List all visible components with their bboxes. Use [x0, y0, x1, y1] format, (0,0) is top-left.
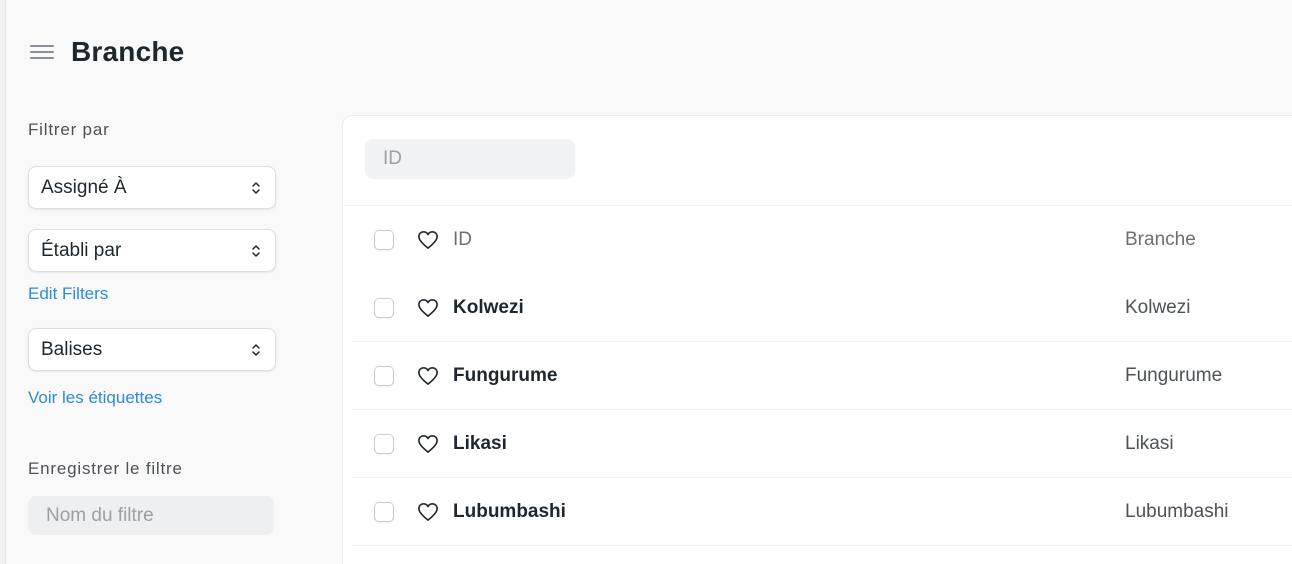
left-edge	[0, 0, 6, 564]
row-branch: Likasi	[1125, 432, 1174, 454]
heart-icon[interactable]	[417, 365, 441, 387]
select-chevron-icon	[251, 342, 261, 358]
edit-filters-link[interactable]: Edit Filters	[28, 284, 278, 304]
row-id-link[interactable]: Kolwezi	[453, 297, 1125, 319]
select-chevron-icon	[251, 243, 261, 259]
filter-sidebar: Filtrer par Assigné À Établi par Edit Fi…	[28, 112, 278, 535]
branch-column-header[interactable]: Branche	[1125, 229, 1196, 251]
page-title: Branche	[71, 36, 185, 67]
list-row[interactable]: Kolwezi Kolwezi	[351, 274, 1292, 342]
row-id-link[interactable]: Fungurume	[453, 365, 1125, 387]
list-panel: ID Branche Kolwezi Kolwezi Fungurume Fun…	[342, 115, 1292, 564]
save-filter-label: Enregistrer le filtre	[28, 459, 183, 478]
row-checkbox[interactable]	[374, 501, 394, 522]
list-row[interactable]: Lubumbashi Lubumbashi	[351, 478, 1292, 546]
row-checkbox[interactable]	[374, 365, 394, 386]
list-row[interactable]: Likasi Likasi	[351, 410, 1292, 478]
show-tags-link[interactable]: Voir les étiquettes	[28, 388, 278, 408]
row-branch: Kolwezi	[1125, 296, 1191, 318]
heart-icon[interactable]	[417, 501, 441, 523]
filter-by-label: Filtrer par	[28, 120, 110, 139]
heart-icon[interactable]	[417, 297, 441, 319]
row-branch: Lubumbashi	[1125, 500, 1229, 522]
created-by-filter[interactable]: Établi par	[28, 229, 276, 272]
list-header-row: ID Branche	[351, 206, 1292, 274]
assigned-to-filter[interactable]: Assigné À	[28, 166, 276, 209]
tags-select[interactable]: Balises	[28, 328, 276, 371]
created-by-label: Établi par	[41, 239, 122, 261]
id-column-header[interactable]: ID	[453, 229, 1125, 251]
row-id-link[interactable]: Lubumbashi	[453, 501, 1125, 523]
row-checkbox[interactable]	[374, 297, 394, 318]
tags-label: Balises	[41, 338, 103, 360]
filter-name-input[interactable]	[28, 496, 274, 535]
hamburger-menu-icon[interactable]	[30, 42, 54, 62]
row-id-link[interactable]: Likasi	[453, 433, 1125, 455]
row-checkbox[interactable]	[374, 433, 394, 454]
row-branch: Fungurume	[1125, 364, 1223, 386]
select-chevron-icon	[251, 180, 261, 196]
select-all-checkbox[interactable]	[374, 230, 394, 250]
id-search-input[interactable]	[365, 139, 575, 179]
list-row[interactable]: Fungurume Fungurume	[351, 342, 1292, 410]
heart-icon[interactable]	[417, 229, 441, 251]
heart-icon[interactable]	[417, 433, 441, 455]
page-header: Branche	[30, 30, 184, 74]
assigned-to-label: Assigné À	[41, 176, 127, 198]
